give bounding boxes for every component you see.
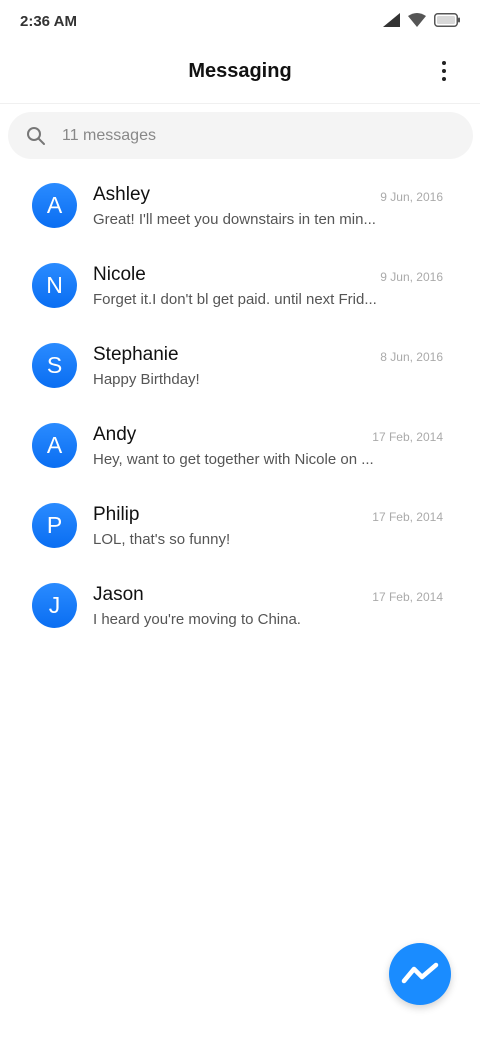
- new-message-button[interactable]: [389, 943, 451, 1005]
- conversation-row[interactable]: A Andy 17 Feb, 2014 Hey, want to get tog…: [0, 406, 480, 486]
- page-title: Messaging: [188, 60, 292, 82]
- message-date: 9 Jun, 2016: [380, 270, 443, 284]
- avatar: A: [32, 423, 77, 468]
- more-vert-icon: [442, 61, 446, 65]
- signal-icon: [383, 13, 400, 27]
- contact-name: Jason: [93, 584, 144, 605]
- search-icon: [26, 126, 46, 146]
- contact-name: Andy: [93, 424, 137, 445]
- app-header: Messaging: [0, 44, 480, 104]
- message-preview: Happy Birthday!: [93, 371, 200, 388]
- search-bar[interactable]: [8, 112, 473, 159]
- conversation-row[interactable]: P Philip 17 Feb, 2014 LOL, that's so fun…: [0, 486, 480, 566]
- avatar: S: [32, 343, 77, 388]
- conversation-list: A Ashley 9 Jun, 2016 Great! I'll meet yo…: [0, 166, 480, 646]
- conversation-row[interactable]: S Stephanie 8 Jun, 2016 Happy Birthday!: [0, 326, 480, 406]
- new-message-icon: [400, 961, 440, 987]
- conversation-row[interactable]: A Ashley 9 Jun, 2016 Great! I'll meet yo…: [0, 166, 480, 246]
- contact-name: Nicole: [93, 264, 146, 285]
- message-date: 9 Jun, 2016: [380, 190, 443, 204]
- message-preview: LOL, that's so funny!: [93, 531, 231, 548]
- search-input[interactable]: [62, 126, 442, 145]
- more-vert-dot: [442, 77, 446, 81]
- status-time: 2:36 AM: [20, 13, 77, 30]
- contact-name: Philip: [93, 504, 140, 525]
- message-preview: Great! I'll meet you downstairs in ten m…: [93, 211, 376, 228]
- message-date: 17 Feb, 2014: [372, 510, 443, 524]
- message-preview: Hey, want to get together with Nicole on…: [93, 451, 374, 468]
- status-bar: 2:36 AM: [0, 0, 480, 44]
- avatar: N: [32, 263, 77, 308]
- contact-name: Ashley: [93, 184, 151, 205]
- message-date: 17 Feb, 2014: [372, 430, 443, 444]
- wifi-icon: [408, 13, 426, 27]
- message-preview: Forget it.I don't bl get paid. until nex…: [93, 291, 377, 308]
- status-icons: [383, 13, 460, 27]
- message-date: 8 Jun, 2016: [380, 350, 443, 364]
- contact-name: Stephanie: [93, 344, 179, 365]
- avatar: P: [32, 503, 77, 548]
- more-vert-dot: [442, 69, 446, 73]
- message-date: 17 Feb, 2014: [372, 590, 443, 604]
- battery-icon: [434, 13, 460, 27]
- message-preview: I heard you're moving to China.: [93, 611, 301, 628]
- conversation-row[interactable]: N Nicole 9 Jun, 2016 Forget it.I don't b…: [0, 246, 480, 326]
- more-options-button[interactable]: [434, 58, 454, 84]
- avatar: A: [32, 183, 77, 228]
- conversation-row[interactable]: J Jason 17 Feb, 2014 I heard you're movi…: [0, 566, 480, 646]
- avatar: J: [32, 583, 77, 628]
